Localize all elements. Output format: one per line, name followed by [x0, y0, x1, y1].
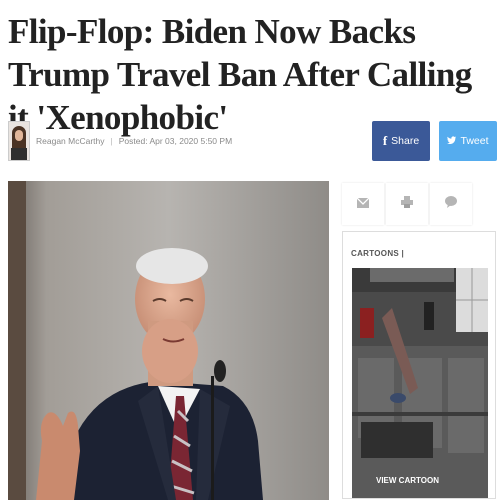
view-cartoon-link[interactable]: VIEW CARTOON	[376, 476, 439, 485]
speech-bubble-icon	[445, 195, 457, 213]
cartoons-label: CARTOONS |	[351, 249, 405, 258]
cartoons-widget: CARTOONS | VIEW CARTOON	[342, 231, 496, 499]
envelope-icon	[356, 195, 370, 213]
article-headline: Flip-Flop: Biden Now Backs Trump Travel …	[8, 12, 472, 137]
printer-icon	[401, 195, 413, 213]
comment-button[interactable]	[430, 183, 472, 225]
article-hero-image	[8, 181, 329, 500]
twitter-tweet-button[interactable]: Tweet	[439, 121, 497, 161]
share-label: Share	[391, 135, 420, 147]
facebook-share-button[interactable]: f Share	[372, 121, 430, 161]
email-button[interactable]	[342, 183, 384, 225]
byline: Reagan McCarthy | Posted: Apr 03, 2020 5…	[8, 121, 348, 161]
facebook-icon: f	[382, 133, 388, 148]
tweet-label: Tweet	[460, 135, 489, 147]
byline-separator: |	[110, 136, 113, 146]
author-avatar[interactable]	[8, 121, 30, 161]
cartoon-thumbnail[interactable]: VIEW CARTOON	[352, 268, 488, 498]
post-date: Posted: Apr 03, 2020 5:50 PM	[118, 136, 233, 146]
print-button[interactable]	[386, 183, 428, 225]
author-name[interactable]: Reagan McCarthy	[36, 136, 105, 146]
twitter-bird-icon	[447, 135, 457, 147]
